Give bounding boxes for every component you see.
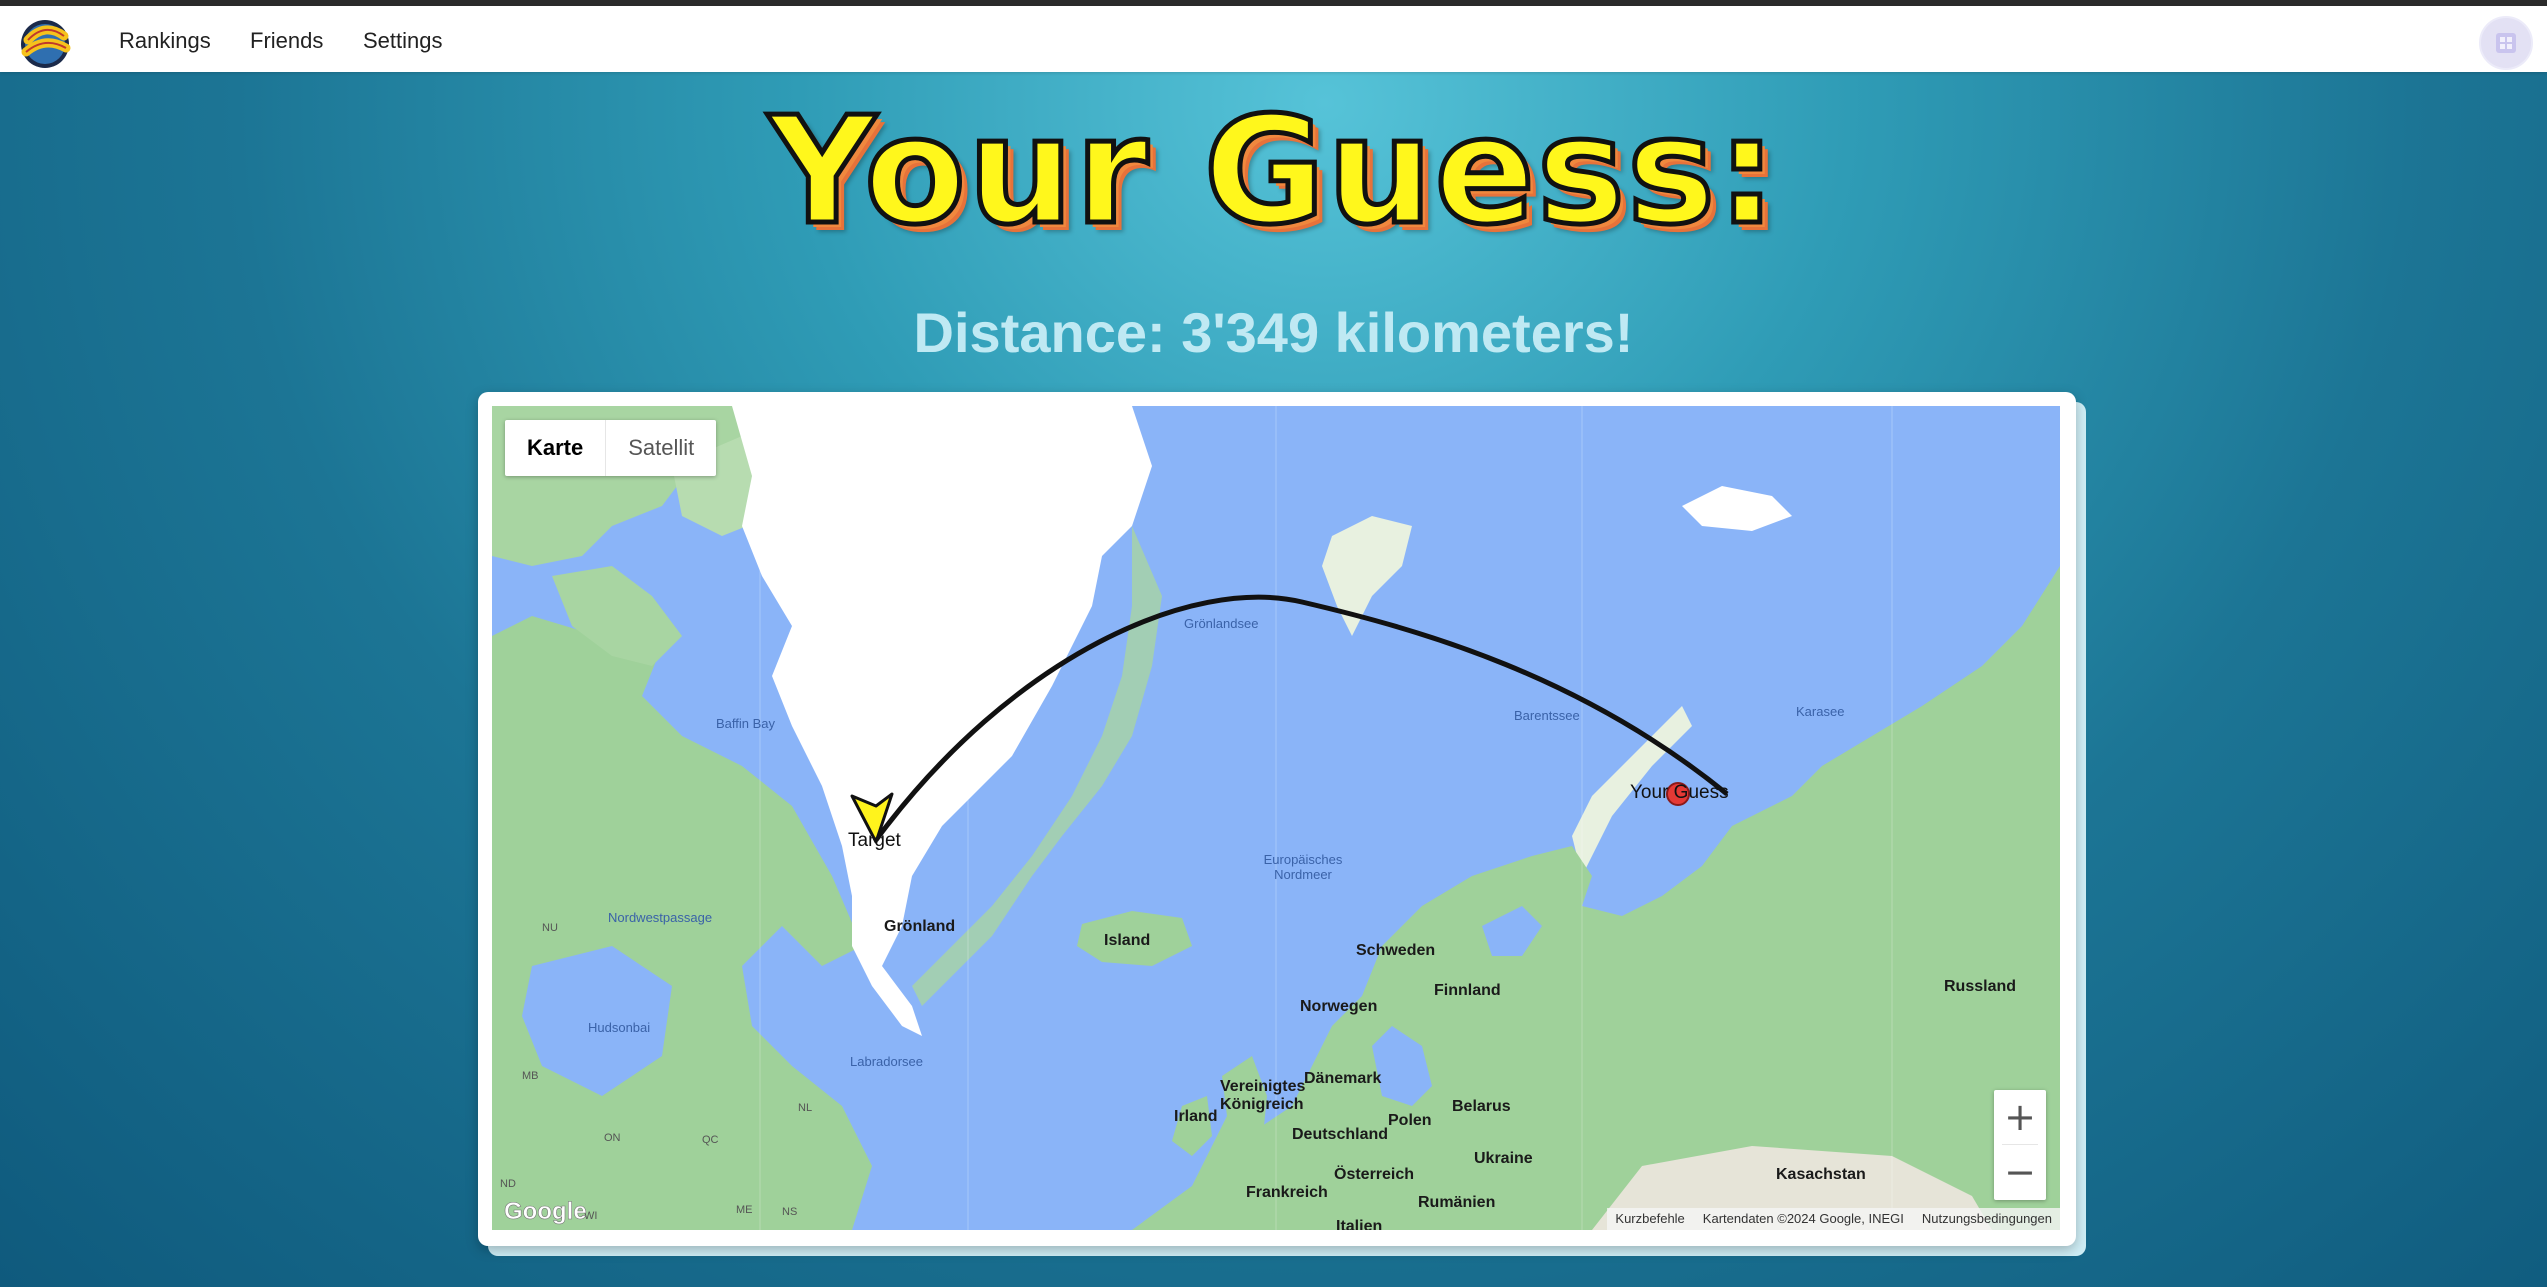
user-avatar[interactable] bbox=[2479, 16, 2533, 70]
label-deutschland: Deutschland bbox=[1292, 1126, 1389, 1143]
distance-result: Distance: 3'349 kilometers! bbox=[913, 301, 1634, 364]
label-island: Island bbox=[1104, 932, 1151, 949]
map-mystery-logo[interactable] bbox=[14, 14, 76, 70]
map-type-satellit-button[interactable]: Satellit bbox=[606, 420, 716, 476]
label-qc: QC bbox=[702, 1134, 719, 1146]
label-frankreich: Frankreich bbox=[1246, 1184, 1328, 1201]
label-oesterreich: Österreich bbox=[1334, 1166, 1415, 1183]
nav-friends[interactable]: Friends bbox=[250, 28, 323, 54]
map-data-credit: Kartendaten ©2024 Google, INEGI bbox=[1702, 1211, 1904, 1226]
user-avatar-icon bbox=[2496, 33, 2516, 53]
label-me: ME bbox=[736, 1204, 753, 1216]
label-vereinigtes-koenigreich: Vereinigtes Königreich bbox=[1220, 1078, 1306, 1113]
label-kasachstan: Kasachstan bbox=[1776, 1166, 1866, 1183]
label-ns: NS bbox=[782, 1206, 798, 1218]
target-label: Target bbox=[848, 830, 901, 851]
nav-rankings[interactable]: Rankings bbox=[119, 28, 211, 54]
label-mb: MB bbox=[522, 1070, 539, 1082]
nav-settings[interactable]: Settings bbox=[363, 28, 443, 54]
label-polen: Polen bbox=[1388, 1112, 1432, 1129]
land-eurasia bbox=[1132, 566, 2060, 1230]
label-baffin-bay: Baffin Bay bbox=[716, 716, 776, 731]
map-type-control: Karte Satellit bbox=[505, 420, 717, 476]
label-italien: Italien bbox=[1336, 1218, 1383, 1230]
label-nl: NL bbox=[798, 1102, 813, 1114]
label-belarus: Belarus bbox=[1452, 1098, 1511, 1115]
map-attribution: Kurzbefehle Kartendaten ©2024 Google, IN… bbox=[1607, 1208, 2060, 1230]
label-schweden: Schweden bbox=[1356, 942, 1436, 959]
land-ireland bbox=[1172, 1096, 1212, 1156]
label-on: ON bbox=[604, 1132, 621, 1144]
label-nordwestpassage: Nordwestpassage bbox=[608, 910, 713, 925]
label-barentssee: Barentssee bbox=[1514, 708, 1580, 723]
label-irland: Irland bbox=[1174, 1108, 1218, 1125]
label-karasee: Karasee bbox=[1796, 704, 1845, 719]
zoom-out-button[interactable]: − bbox=[1994, 1145, 2046, 1199]
label-daenemark: Dänemark bbox=[1304, 1070, 1382, 1087]
page-title: Your Guess: bbox=[766, 85, 1779, 257]
label-rumaenien: Rumänien bbox=[1418, 1194, 1496, 1211]
label-nd: ND bbox=[500, 1178, 516, 1190]
google-logo[interactable]: Google bbox=[504, 1198, 587, 1226]
zoom-control: + − bbox=[1994, 1090, 2046, 1200]
keyboard-shortcuts-link[interactable]: Kurzbefehle bbox=[1615, 1208, 1684, 1230]
label-russland: Russland bbox=[1944, 978, 2017, 995]
result-map[interactable]: Target Your Guess Grönland Island Schwed… bbox=[492, 406, 2060, 1230]
label-ukraine: Ukraine bbox=[1474, 1150, 1533, 1167]
map-type-karte-button[interactable]: Karte bbox=[505, 420, 607, 476]
label-groenlandsee: Grönlandsee bbox=[1184, 616, 1259, 631]
label-norwegen: Norwegen bbox=[1300, 998, 1378, 1015]
label-nu: NU bbox=[542, 922, 558, 934]
land-franz-josef bbox=[1682, 486, 1792, 531]
zoom-in-button[interactable]: + bbox=[1994, 1090, 2046, 1144]
label-finnland: Finnland bbox=[1434, 982, 1501, 999]
navbar: Rankings Friends Settings bbox=[0, 6, 2547, 72]
label-europaeisches-nordmeer: Europäisches Nordmeer bbox=[1263, 852, 1343, 882]
label-groenland: Grönland bbox=[884, 918, 956, 935]
label-labradorsee: Labradorsee bbox=[850, 1054, 923, 1069]
guess-label: Your Guess bbox=[1630, 782, 1729, 803]
label-hudsonbai: Hudsonbai bbox=[588, 1020, 651, 1035]
terms-link[interactable]: Nutzungsbedingungen bbox=[1922, 1208, 2052, 1230]
